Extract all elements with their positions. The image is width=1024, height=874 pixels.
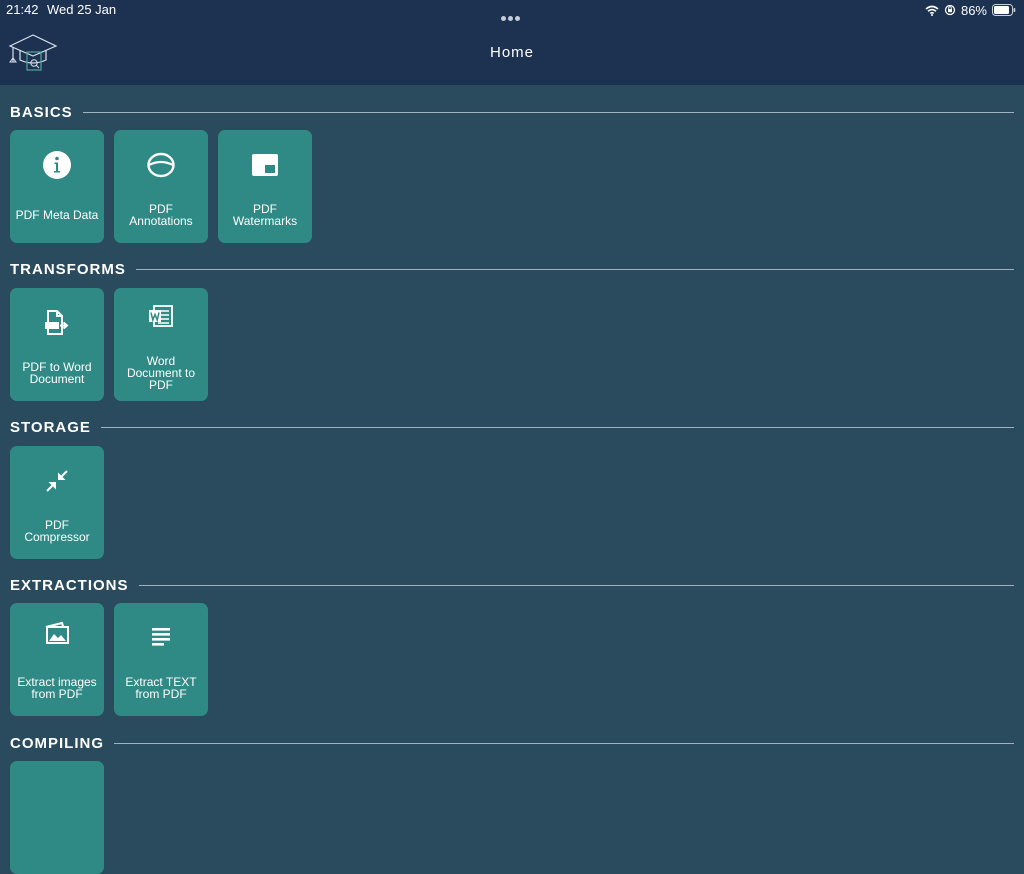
battery-percent: 86% [960, 2, 987, 18]
tile-label: PDF Meta Data [15, 208, 99, 222]
tile-label: PDF Watermarks [232, 202, 298, 228]
annotation-icon [147, 152, 175, 178]
wifi-icon [925, 5, 939, 16]
section-title-basics: BASICS [10, 103, 73, 121]
section-header-extractions: EXTRACTIONS [10, 576, 1014, 594]
tile-pdf-annotations[interactable]: PDF Annotations [114, 130, 208, 243]
page-title: Home [489, 44, 534, 61]
battery-icon [992, 4, 1016, 16]
orientation-lock-icon [944, 4, 956, 16]
tile-compiling-partial[interactable] [10, 761, 104, 874]
text-lines-icon [152, 628, 170, 646]
multitasking-dots-icon[interactable] [501, 8, 523, 21]
tile-label: Word Document to PDF [126, 354, 196, 392]
watermark-icon [252, 154, 278, 176]
tile-pdf-watermarks[interactable]: PDF Watermarks [218, 130, 312, 243]
section-title-compiling: COMPILING [10, 734, 104, 752]
section-title-storage: STORAGE [10, 418, 91, 436]
info-icon [43, 151, 71, 179]
section-header-storage: STORAGE [10, 418, 1014, 436]
section-divider [100, 426, 1014, 428]
status-time: 21:42 [6, 2, 39, 17]
tile-extract-images[interactable]: Extract images from PDF [10, 603, 104, 716]
tile-pdf-meta-data[interactable]: PDF Meta Data [10, 130, 104, 243]
word-document-icon [149, 305, 173, 327]
tile-label: Extract images from PDF [17, 675, 97, 701]
status-date: Wed 25 Jan [47, 2, 117, 17]
section-title-extractions: EXTRACTIONS [10, 576, 129, 594]
tile-label: PDF Annotations [129, 202, 193, 228]
pdf-file-arrow-icon [45, 310, 69, 335]
section-header-basics: BASICS [10, 103, 1014, 121]
images-icon [45, 621, 69, 644]
section-divider [82, 111, 1014, 113]
section-header-compiling: COMPILING [10, 734, 1014, 752]
section-title-transforms: TRANSFORMS [10, 260, 126, 278]
top-bar: 21:42 Wed 25 Jan 86% Home [0, 0, 1024, 85]
tile-label: PDF to Word Document [22, 360, 92, 386]
section-divider [135, 268, 1014, 270]
compress-arrows-icon [46, 470, 68, 492]
section-divider [114, 742, 1014, 744]
tile-label: PDF Compressor [24, 518, 90, 544]
section-divider [138, 584, 1014, 586]
tile-pdf-compressor[interactable]: PDF Compressor [10, 446, 104, 559]
tile-label: Extract TEXT from PDF [125, 675, 197, 701]
status-indicators: 86% [925, 2, 1016, 18]
section-header-transforms: TRANSFORMS [10, 260, 1014, 278]
tile-pdf-to-word[interactable]: PDF to Word Document [10, 288, 104, 401]
tile-word-to-pdf[interactable]: Word Document to PDF [114, 288, 208, 401]
tile-extract-text[interactable]: Extract TEXT from PDF [114, 603, 208, 716]
